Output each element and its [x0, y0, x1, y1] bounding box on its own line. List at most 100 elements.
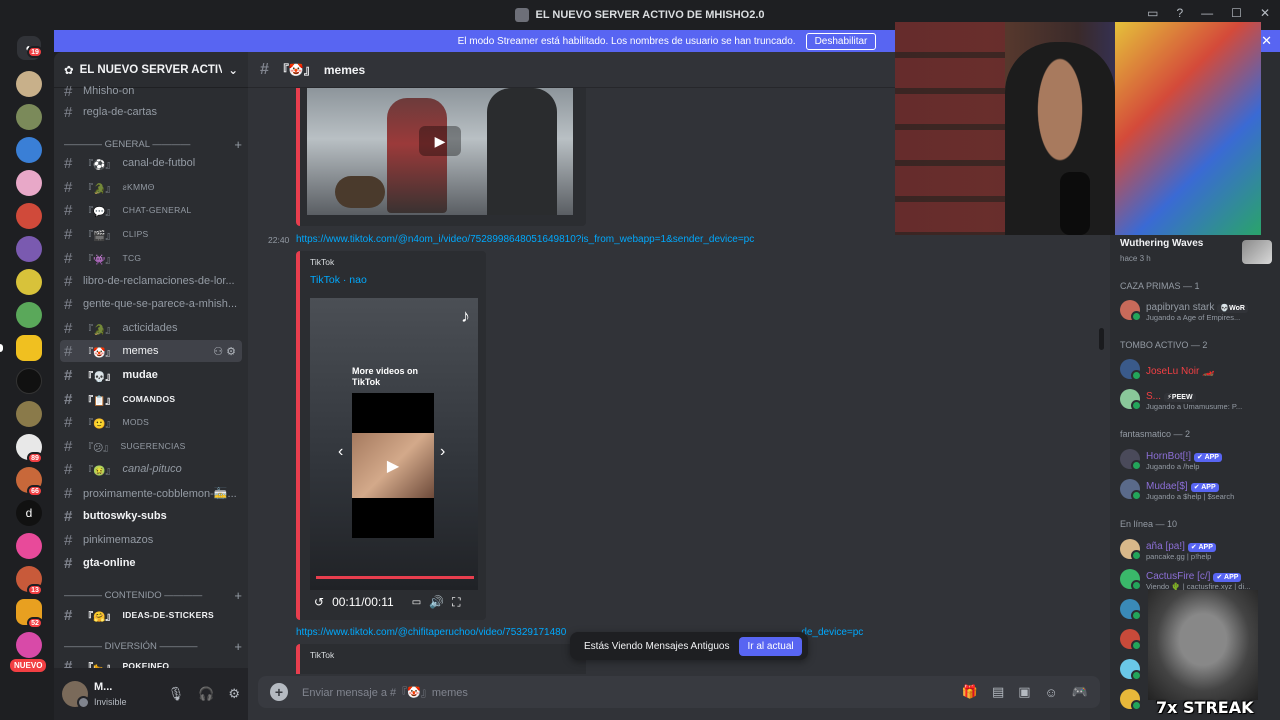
channel-header-name: memes — [323, 62, 366, 77]
channel-item[interactable]: # 『😕』 SUGERENCIAS — [60, 435, 242, 457]
channel-item[interactable]: # buttoswky-subs — [60, 505, 242, 527]
minimize-button[interactable]: — — [1201, 6, 1213, 20]
gift-icon[interactable]: 🎁 — [962, 684, 978, 700]
server-icon-5[interactable] — [16, 203, 42, 229]
add-attachment-icon[interactable]: + — [270, 683, 288, 701]
member-name: aña [pa!] — [1146, 541, 1185, 552]
channel-label: MODS — [122, 417, 150, 427]
member-item[interactable]: HornBot[!] ✔ APP Jugando a /help — [1120, 444, 1278, 474]
member-item[interactable]: JoseLu Noir 🏎️ — [1120, 354, 1278, 384]
member-item[interactable]: papibryan stark 💀WoR Jugando a Age of Empi… — [1120, 295, 1278, 325]
category-diversion[interactable]: ———— DIVERSIÓN ———— + — [64, 638, 242, 654]
channel-item[interactable]: # regla-de-cartas — [60, 101, 242, 123]
server-icon-18[interactable] — [16, 632, 42, 658]
channel-item[interactable]: # 『📋』 COMANDOS — [60, 388, 242, 410]
avatar — [1120, 300, 1142, 322]
activity-card[interactable]: Wuthering Waves hace 3 h — [1120, 238, 1278, 266]
channel-item[interactable]: # 『🤗』 IDEAS-DE-STICKERS — [60, 604, 242, 626]
maximize-button[interactable]: ☐ — [1231, 6, 1242, 20]
gif-icon[interactable]: ▤ — [992, 684, 1004, 700]
add-channel-icon[interactable]: + — [234, 639, 242, 654]
channel-item[interactable]: # 『🐊』 ƨKMMΘ — [60, 176, 242, 198]
streak-overlay-image — [1148, 590, 1258, 700]
server-icon-8[interactable] — [16, 302, 42, 328]
channel-item[interactable]: # 『⚽』 canal-de-futbol — [60, 152, 242, 174]
channel-emoji: 『🤢』 — [83, 465, 116, 477]
emoji-icon[interactable]: ☺ — [1045, 685, 1058, 700]
message-link[interactable]: https://www.tiktok.com/@n4om_i/video/752… — [296, 234, 754, 245]
server-icon-7[interactable] — [16, 269, 42, 295]
streamer-banner-text: El modo Streamer está habilitado. Los no… — [457, 35, 796, 47]
channel-item[interactable]: # gta-online — [60, 552, 242, 574]
channel-item[interactable]: # 『🙂』 MODS — [60, 411, 242, 433]
server-icon-11[interactable] — [16, 401, 42, 427]
replay-icon[interactable]: ↺ — [314, 595, 324, 609]
server-icon-1[interactable] — [16, 71, 42, 97]
channel-item[interactable]: # 『💀』 mudae — [60, 364, 242, 386]
member-item[interactable]: S... ⚡PEEW Jugando a Umamusume: P... — [1120, 384, 1278, 414]
server-icon-9[interactable] — [16, 335, 42, 361]
channel-item[interactable]: # 『👾』 TCG — [60, 247, 242, 269]
category-general[interactable]: ———— GENERAL ———— + — [64, 136, 242, 152]
add-channel-icon[interactable]: + — [234, 137, 242, 152]
server-badge-1: 89 — [27, 452, 43, 464]
server-rail: ◐ 19 89 66 d 13 52 NUEVO — [0, 30, 56, 720]
server-icon-14[interactable]: d — [16, 500, 42, 526]
sticker-icon[interactable]: ▣ — [1018, 684, 1030, 700]
server-icon-10[interactable] — [16, 368, 42, 394]
microphone-icon[interactable]: 🎙 — [168, 686, 185, 702]
member-item[interactable]: aña [pa!] ✔ APP pancake.gg | p!help — [1120, 534, 1278, 564]
chevron-right-icon[interactable]: › — [440, 443, 445, 461]
tiktok-video[interactable]: ♪ More videos on TikTok ▶ ‹ › — [310, 298, 478, 590]
progress-bar[interactable] — [316, 576, 474, 579]
channel-item-memes[interactable]: # 『🤡』 memes ⚇ ⚙ — [60, 340, 242, 362]
hash-icon: # — [64, 437, 73, 455]
apps-icon[interactable]: 🎮 — [1072, 684, 1088, 700]
headphones-icon[interactable]: 🎧 — [198, 686, 214, 702]
play-icon[interactable]: ▶ — [419, 126, 461, 156]
channel-item[interactable]: # 『🐊』 acticidades — [60, 317, 242, 339]
category-contenido[interactable]: ———— CONTENIDO ———— + — [64, 587, 242, 603]
member-tag: 💀WoR — [1217, 304, 1248, 313]
close-window-button[interactable]: ✕ — [1260, 6, 1270, 20]
server-icon-6[interactable] — [16, 236, 42, 262]
chevron-left-icon[interactable]: ‹ — [338, 443, 343, 461]
channel-emoji: 『🤗』 — [83, 611, 116, 623]
channel-item[interactable]: # pinkimemazos — [60, 529, 242, 551]
server-icon-3[interactable] — [16, 137, 42, 163]
member-item[interactable]: Mudae[$] ✔ APP Jugando a $help | $search — [1120, 474, 1278, 504]
embed-title[interactable]: TikTok · nao — [310, 274, 367, 286]
captions-icon[interactable]: ▭ — [412, 597, 421, 608]
help-icon[interactable]: ? — [1176, 6, 1183, 20]
channel-item[interactable]: # proximamente-cobblemon-🚋... — [60, 482, 242, 504]
scrollbar[interactable] — [1099, 328, 1104, 350]
channel-item[interactable]: # 『🤢』 canal-pituco — [60, 458, 242, 480]
guild-name: EL NUEVO SERVER ACTIVO ... — [79, 63, 223, 76]
channel-item[interactable]: # 『🎬』 CLIPS — [60, 223, 242, 245]
channel-item[interactable]: # libro-de-reclamaciones-de-lor... — [60, 270, 242, 292]
video-thumbnail[interactable]: ▶ — [352, 433, 434, 498]
message-input[interactable]: Enviar mensaje a #『🤡』memes — [302, 684, 948, 700]
server-icon-15[interactable] — [16, 533, 42, 559]
server-icon-2[interactable] — [16, 104, 42, 130]
channel-item[interactable]: # 『💬』 CHAT-GENERAL — [60, 199, 242, 221]
disable-streamer-button[interactable]: Deshabilitar — [805, 32, 877, 50]
server-icon-4[interactable] — [16, 170, 42, 196]
add-channel-icon[interactable]: + — [234, 588, 242, 603]
jump-to-present-button[interactable]: Ir al actual — [739, 636, 802, 656]
gear-icon[interactable]: ⚙ — [228, 686, 240, 702]
channel-sidebar: ✿ EL NUEVO SERVER ACTIVO ... ⌄ # Mhisho-o… — [54, 52, 248, 720]
member-category: CAZA PRIMAS — 1 — [1120, 281, 1200, 291]
channel-settings-icons[interactable]: ⚇ ⚙ — [213, 345, 236, 358]
fullscreen-icon[interactable]: ⛶ — [452, 595, 460, 610]
video-thumbnail[interactable]: ▶ — [307, 88, 573, 215]
channel-item[interactable]: # gente-que-se-parece-a-mhish... — [60, 293, 242, 315]
close-banner-icon[interactable]: ✕ — [1261, 33, 1272, 49]
avatar[interactable] — [62, 681, 90, 709]
member-status: Jugando a $help | $search — [1146, 492, 1235, 501]
channel-item[interactable]: # Mhisho-on — [60, 80, 242, 102]
app-badge: ✔ APP — [1194, 453, 1222, 462]
message-composer[interactable]: + Enviar mensaje a #『🤡』memes 🎁 ▤ ▣ ☺ 🎮 — [258, 676, 1100, 708]
volume-icon[interactable]: 🔊 — [429, 595, 444, 609]
inbox-icon[interactable]: ▭ — [1147, 6, 1158, 20]
